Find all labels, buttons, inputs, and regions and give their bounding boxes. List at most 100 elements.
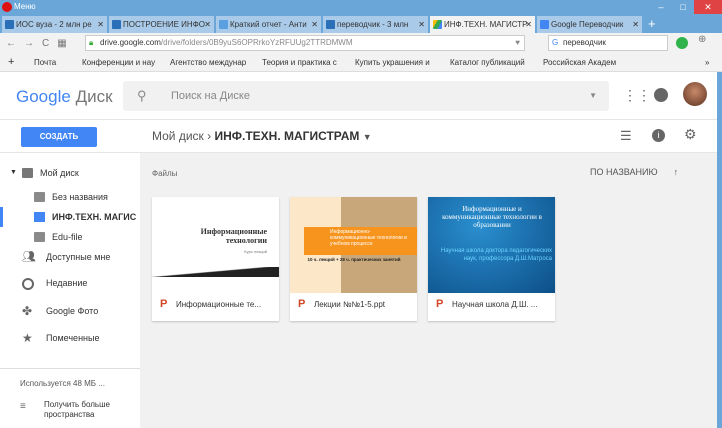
search-options-icon[interactable]: ▼: [589, 81, 597, 111]
browser-search-field[interactable]: Gпереводчик: [548, 35, 668, 51]
reload-icon[interactable]: C: [42, 38, 49, 49]
tab-favicon-icon: [326, 20, 335, 29]
close-tab-icon[interactable]: ✕: [525, 16, 532, 33]
sidebar-folder[interactable]: Без названия: [0, 187, 140, 207]
file-card[interactable]: Информационные технологии Курс лекций PИ…: [152, 197, 279, 321]
close-tab-icon[interactable]: ✕: [204, 16, 211, 33]
breadcrumb-root[interactable]: Мой диск: [152, 129, 204, 143]
window-border: [717, 72, 722, 428]
close-window-button[interactable]: ✕: [694, 0, 722, 14]
thumb-title: Информационные и коммуникационные технол…: [442, 205, 542, 229]
sidebar-item-my-drive[interactable]: ▼ Мой диск: [0, 163, 140, 183]
minimize-button[interactable]: –: [650, 0, 672, 14]
file-name: Информационные те...: [176, 300, 262, 309]
label: Доступные мне: [46, 252, 111, 262]
sidebar-item-recent[interactable]: Недавние: [0, 273, 140, 293]
drive-header: Google Диск ⚲ Поиск на Диске ▼ ⋮⋮: [0, 72, 717, 120]
check-icon[interactable]: [676, 37, 688, 49]
bookmark[interactable]: Конференции и нау: [82, 53, 155, 72]
tab-favicon-icon: [219, 20, 228, 29]
collapse-icon[interactable]: ▼: [10, 163, 17, 183]
back-icon[interactable]: ←: [6, 38, 16, 49]
speed-dial-icon[interactable]: ▦: [57, 38, 66, 49]
browser-tab[interactable]: переводчик - 3 млн ✕: [323, 16, 428, 33]
label: пространства: [44, 410, 95, 419]
folder-icon: [34, 232, 45, 242]
folder-icon: [34, 212, 45, 222]
close-tab-icon[interactable]: ✕: [311, 16, 318, 33]
avatar[interactable]: [683, 82, 707, 106]
more-bookmarks-icon[interactable]: »: [705, 53, 709, 72]
search-placeholder: Поиск на Диске: [171, 90, 250, 102]
maximize-button[interactable]: □: [672, 0, 694, 14]
clock-icon: [22, 278, 34, 290]
label: Помеченные: [46, 333, 100, 343]
sort-button[interactable]: ПО НАЗВАНИЮ ↑: [590, 167, 678, 177]
tab-favicon-icon: [540, 20, 549, 29]
bookmark[interactable]: Российская Академ: [543, 53, 616, 72]
tab-label: переводчик - 3 млн: [337, 20, 409, 29]
heart-icon[interactable]: ♥: [515, 36, 520, 50]
file-name: Научная школа Д.Ш. ...: [452, 300, 538, 309]
upgrade-storage-link[interactable]: ≡ Получить больше пространства: [20, 400, 110, 420]
bookmark[interactable]: Теория и практика с: [262, 53, 337, 72]
browser-tab[interactable]: ИОС вуза - 2 млн ре ✕: [2, 16, 107, 33]
file-thumbnail: Информационные технологии Курс лекций: [152, 197, 279, 293]
powerpoint-icon: P: [298, 298, 306, 310]
label: Без названия: [52, 192, 108, 202]
menu-button[interactable]: Меню: [14, 2, 36, 11]
product-name: Диск: [75, 87, 113, 106]
storage-icon: ≡: [20, 401, 26, 412]
drive-favicon-icon: [433, 20, 442, 29]
close-tab-icon[interactable]: ✕: [632, 16, 639, 33]
forward-icon[interactable]: →: [24, 38, 34, 49]
settings-gear-icon[interactable]: ⚙: [684, 126, 697, 143]
search-text: переводчик: [563, 38, 606, 47]
add-bookmark-icon[interactable]: +: [8, 53, 14, 72]
divider: [0, 368, 140, 369]
bookmark[interactable]: Купить украшения и: [355, 53, 430, 72]
url-field[interactable]: 🔒︎ drive.google.com/drive/folders/0B9yuS6…: [85, 35, 525, 51]
sidebar-folder-selected[interactable]: ИНФ.ТЕХН. МАГИС: [0, 207, 140, 227]
tab-favicon-icon: [112, 20, 121, 29]
drive-toolbar: СОЗДАТЬ Мой диск › ИНФ.ТЕХН. МАГИСТРАМ ▼…: [0, 120, 717, 153]
file-thumbnail: Информационно-коммуникационные технологи…: [290, 197, 417, 293]
chevron-down-icon[interactable]: ▼: [363, 132, 372, 142]
drive-logo[interactable]: Google Диск: [16, 87, 113, 107]
thumb-subtitle: Научная школа доктора педагогических нау…: [440, 248, 552, 262]
browser-tab[interactable]: ПОСТРОЕНИЕ ИНФО ✕: [109, 16, 214, 33]
apps-grid-icon[interactable]: ⋮⋮: [623, 87, 651, 104]
lock-icon: 🔒︎: [89, 38, 94, 47]
breadcrumb-current[interactable]: ИНФ.ТЕХН. МАГИСТРАМ: [214, 129, 359, 143]
thumb-title: Информационно-коммуникационные технологи…: [304, 227, 417, 255]
browser-tab-active[interactable]: ИНФ.ТЕХН. МАГИСТР ✕: [430, 16, 535, 33]
info-icon[interactable]: i: [652, 129, 665, 142]
create-button[interactable]: СОЗДАТЬ: [21, 127, 97, 147]
close-tab-icon[interactable]: ✕: [97, 16, 104, 33]
bookmark[interactable]: Почта: [34, 53, 56, 72]
browser-tab[interactable]: Google Переводчик ✕: [537, 16, 642, 33]
bookmark[interactable]: Агентство междунар: [170, 53, 246, 72]
list-view-icon[interactable]: ☰: [620, 128, 632, 144]
bookmark[interactable]: Каталог публикаций: [450, 53, 525, 72]
drive-search-input[interactable]: ⚲ Поиск на Диске ▼: [123, 81, 609, 111]
sidebar-item-shared[interactable]: 👥︎ Доступные мне: [0, 247, 140, 267]
close-tab-icon[interactable]: ✕: [418, 16, 425, 33]
sidebar-folder[interactable]: Edu-file: [0, 227, 140, 247]
file-card[interactable]: Информационные и коммуникационные технол…: [428, 197, 555, 321]
opera-logo-icon[interactable]: [2, 2, 12, 12]
notifications-icon[interactable]: [654, 88, 668, 102]
arrow-up-icon[interactable]: ↑: [674, 167, 679, 177]
sidebar-item-photos[interactable]: ✤ Google Фото: [0, 301, 140, 321]
tab-label: ИНФ.ТЕХН. МАГИСТР: [444, 20, 528, 29]
download-icon[interactable]: ⊕: [698, 34, 706, 45]
new-tab-button[interactable]: +: [648, 14, 656, 33]
file-name: Лекции №№1-5.ppt: [314, 300, 386, 309]
label: ИНФ.ТЕХН. МАГИС: [52, 212, 137, 222]
sidebar-item-starred[interactable]: ★ Помеченные: [0, 328, 140, 348]
browser-tab[interactable]: Краткий отчет - Анти ✕: [216, 16, 321, 33]
file-card[interactable]: Информационно-коммуникационные технологи…: [290, 197, 417, 321]
drive-icon: [22, 168, 33, 178]
star-icon: ★: [22, 331, 33, 345]
label: Edu-file: [52, 232, 83, 242]
